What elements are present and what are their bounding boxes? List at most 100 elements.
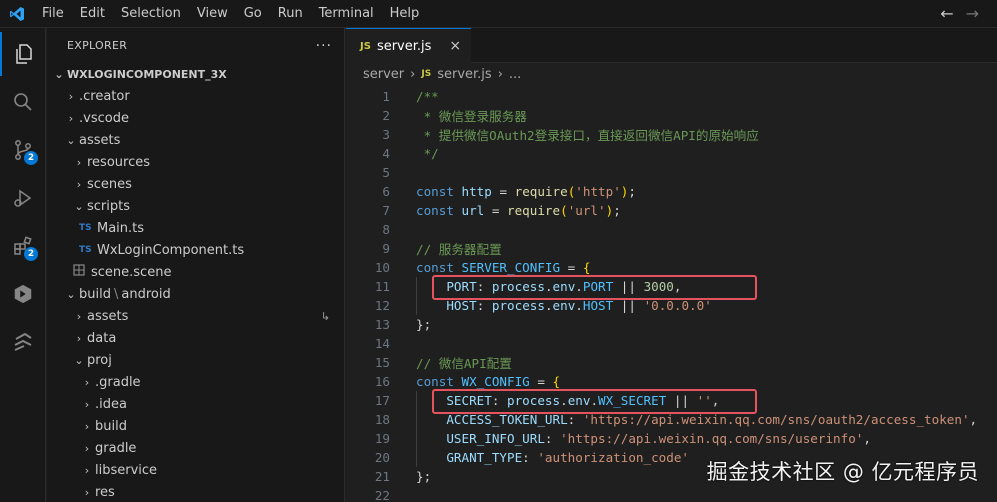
chevron-down-icon: ⌄ — [66, 133, 76, 147]
extensions-badge: 2 — [24, 247, 38, 261]
tree-item[interactable]: ⌄ assets — [47, 129, 344, 151]
breadcrumb-folder[interactable]: server — [363, 67, 404, 82]
code-line: 8 — [346, 220, 997, 239]
tree-item[interactable]: ⌄ proj — [47, 349, 344, 371]
tree-item[interactable]: › resources — [47, 151, 344, 173]
menu-file[interactable]: File — [34, 0, 72, 28]
back-arrow-icon[interactable]: ← — [940, 0, 953, 28]
code-string: 'url' — [567, 203, 606, 218]
menu-bar: File Edit Selection View Go Run Terminal… — [34, 0, 427, 28]
tree-item-label: scene.scene — [91, 264, 172, 280]
code-text: const SERVER_CONFIG = { — [416, 260, 591, 275]
line-number: 18 — [374, 412, 390, 427]
tree-item[interactable]: › assets ↳ — [47, 305, 344, 327]
tree-item[interactable]: › data — [47, 327, 344, 349]
code-variable: process — [491, 298, 545, 313]
extensions-icon[interactable]: 2 — [0, 224, 46, 268]
tree-item[interactable]: › .vscode — [47, 107, 344, 129]
tree-item[interactable]: › scenes — [47, 173, 344, 195]
breadcrumb-file[interactable]: server.js — [437, 67, 491, 82]
more-actions-icon[interactable]: ··· — [316, 38, 332, 54]
breadcrumb-symbol[interactable]: ... — [509, 67, 521, 82]
source-control-icon[interactable]: 2 — [0, 128, 46, 172]
tree-item-file[interactable]: scene.scene — [47, 261, 344, 283]
menu-run[interactable]: Run — [270, 0, 311, 28]
explorer-title: EXPLORER — [67, 39, 128, 52]
editor-area: JS server.js × server › JS server.js › .… — [346, 28, 997, 502]
menu-edit[interactable]: Edit — [72, 0, 113, 28]
line-number: 9 — [382, 241, 390, 256]
tree-item[interactable]: › .creator — [47, 85, 344, 107]
code-string: 'http' — [575, 184, 621, 199]
forward-arrow-icon[interactable]: → — [966, 0, 979, 28]
code-line: 13 }; — [346, 315, 997, 334]
tree-root-folder[interactable]: ⌄ WXLOGINCOMPONENT_3X — [47, 63, 344, 85]
highlight-box-port — [432, 275, 757, 300]
code-text: const WX_CONFIG = { — [416, 374, 561, 389]
explorer-icon[interactable] — [0, 32, 46, 76]
code-line: 14 — [346, 334, 997, 353]
tree-item[interactable]: › libservice — [47, 459, 344, 481]
remote-explorer-icon[interactable] — [0, 272, 46, 316]
tab-server-js[interactable]: JS server.js × — [346, 28, 472, 63]
cocos-extension-icon[interactable] — [0, 320, 46, 364]
code-constant: SERVER_CONFIG — [461, 260, 561, 275]
tree-item[interactable]: ⌄ build \ android — [47, 283, 344, 305]
editor-tabs: JS server.js × — [346, 28, 997, 63]
code-line: 7 const url = require('url'); — [346, 201, 997, 220]
chevron-right-icon: › — [84, 419, 90, 433]
menu-selection[interactable]: Selection — [113, 0, 189, 28]
code-operator: = — [484, 203, 508, 218]
code-function: require — [514, 184, 568, 199]
chevron-right-icon: › — [76, 177, 82, 191]
line-number: 21 — [374, 469, 390, 484]
source-control-badge: 2 — [24, 151, 38, 165]
code-keyword: const — [416, 260, 454, 275]
menu-help[interactable]: Help — [382, 0, 428, 28]
code-line: 2 * 微信登录服务器 — [346, 106, 997, 125]
run-debug-icon[interactable] — [0, 176, 46, 220]
line-number: 5 — [382, 165, 390, 180]
line-number: 17 — [374, 393, 390, 408]
chevron-right-icon: › — [76, 155, 82, 169]
code-string: 'authorization_code' — [537, 450, 689, 465]
tree-item-label: data — [87, 330, 117, 346]
tree-item[interactable]: › res — [47, 481, 344, 502]
code-property: ACCESS_TOKEN_URL — [446, 412, 568, 427]
breadcrumb: server › JS server.js › ... — [346, 63, 997, 85]
code-text: const http = require('http'); — [416, 184, 636, 199]
chevron-right-icon: › — [84, 397, 90, 411]
tree-item[interactable]: ⌄ scripts — [47, 195, 344, 217]
chevron-down-icon: ⌄ — [74, 199, 84, 213]
close-icon[interactable]: × — [449, 38, 461, 54]
tree-item-label: scripts — [87, 198, 130, 214]
line-number: 7 — [382, 203, 390, 218]
code-line: 1 /** — [346, 87, 997, 106]
tree-item-label: assets — [87, 308, 129, 324]
code-line: 3 * 提供微信OAuth2登录接口，直接返回微信API的原始响应 — [346, 125, 997, 144]
tree-item-label: build — [79, 286, 111, 302]
explorer-sidebar: EXPLORER ··· ⌄ WXLOGINCOMPONENT_3X › .cr… — [47, 28, 345, 502]
tree-item-label-compact: android — [121, 286, 171, 302]
code-comment: * 提供微信OAuth2登录接口，直接返回微信API的原始响应 — [416, 128, 759, 143]
search-icon[interactable] — [0, 80, 46, 124]
menu-terminal[interactable]: Terminal — [311, 0, 382, 28]
tree-item[interactable]: › build — [47, 415, 344, 437]
breadcrumb-separator: › — [410, 66, 416, 82]
menu-go[interactable]: Go — [236, 0, 270, 28]
line-number: 19 — [374, 431, 390, 446]
tree-item-file[interactable]: TS WxLoginComponent.ts — [47, 239, 344, 261]
code-editor[interactable]: 1 /** 2 * 微信登录服务器 3 * 提供微信OAuth2登录接口，直接返… — [346, 87, 997, 502]
code-line: 6 const http = require('http'); — [346, 182, 997, 201]
line-number: 10 — [374, 260, 390, 275]
line-number: 12 — [374, 298, 390, 313]
tree-item-label: libservice — [95, 462, 158, 478]
code-line: 15 // 微信API配置 — [346, 353, 997, 372]
code-string: '0.0.0.0' — [643, 298, 712, 313]
menu-view[interactable]: View — [189, 0, 236, 28]
code-text: USER_INFO_URL: 'https://api.weixin.qq.co… — [446, 431, 871, 446]
tree-item[interactable]: › gradle — [47, 437, 344, 459]
tree-item[interactable]: › .idea — [47, 393, 344, 415]
tree-item-file[interactable]: TS Main.ts — [47, 217, 344, 239]
tree-item[interactable]: › .gradle — [47, 371, 344, 393]
